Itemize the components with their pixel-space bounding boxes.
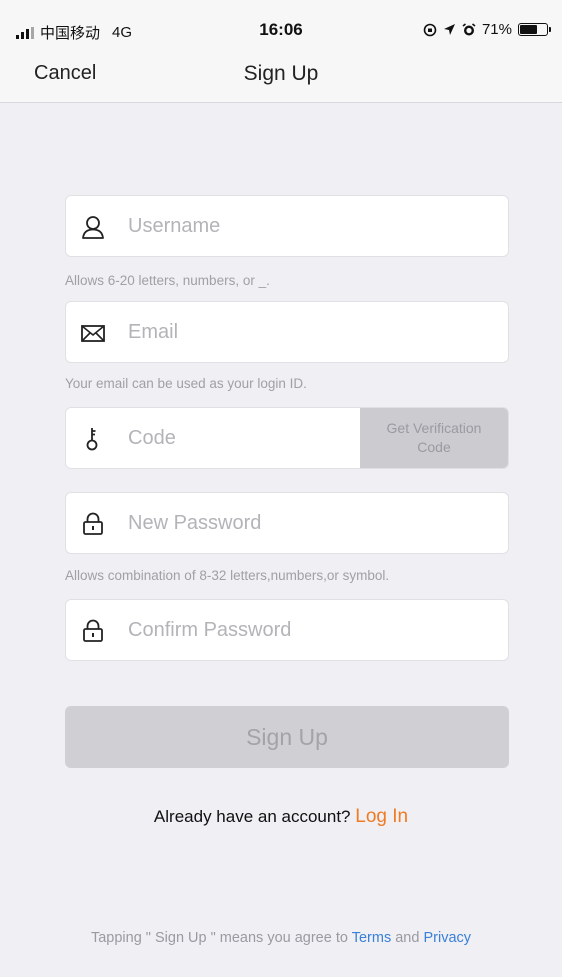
username-hint: Allows 6-20 letters, numbers, or _. (65, 273, 270, 288)
battery-percent: 71% (481, 21, 512, 38)
key-icon (86, 428, 98, 451)
username-field[interactable] (65, 195, 509, 257)
privacy-link[interactable]: Privacy (423, 930, 471, 946)
login-prompt: Already have an account? Log In (0, 806, 562, 828)
cancel-button[interactable]: Cancel (34, 62, 96, 85)
new-password-field[interactable] (65, 492, 509, 554)
envelope-icon (81, 325, 105, 342)
battery-icon (518, 23, 551, 36)
carrier-name: 中国移动 (40, 25, 101, 42)
password-hint: Allows combination of 8-32 letters,numbe… (65, 568, 390, 583)
terms-link[interactable]: Terms (352, 930, 391, 946)
alarm-icon (462, 22, 476, 35)
lock-icon (83, 512, 103, 535)
location-icon (443, 24, 455, 35)
status-right: 71% (423, 21, 551, 38)
lock-icon (83, 619, 103, 642)
login-prompt-text: Already have an account? (153, 807, 351, 826)
new-password-input[interactable] (128, 493, 488, 553)
email-hint: Your email can be used as your login ID. (65, 376, 307, 391)
terms-prefix: Tapping " Sign Up " means you agree to (90, 930, 348, 946)
get-verification-code-button[interactable]: Get Verification Code (360, 408, 508, 468)
status-bar: 中国移动 4G 16:06 71% (0, 0, 562, 52)
email-field[interactable] (65, 301, 509, 363)
orientation-lock-icon (423, 23, 437, 36)
terms-notice: Tapping " Sign Up " means you agree to T… (0, 930, 562, 946)
username-input[interactable] (128, 196, 488, 256)
user-icon (82, 216, 104, 239)
code-field[interactable]: Get Verification Code (65, 407, 509, 469)
status-left: 中国移动 4G (16, 22, 132, 43)
nav-bar: Cancel Sign Up (0, 52, 562, 103)
confirm-password-input[interactable] (128, 600, 488, 660)
network-type: 4G (112, 24, 133, 41)
terms-conjunction: and (395, 930, 420, 946)
log-in-link[interactable]: Log In (355, 806, 408, 827)
confirm-password-field[interactable] (65, 599, 509, 661)
signal-icon (16, 26, 34, 39)
email-input[interactable] (128, 302, 488, 362)
sign-up-button[interactable]: Sign Up (65, 706, 509, 768)
